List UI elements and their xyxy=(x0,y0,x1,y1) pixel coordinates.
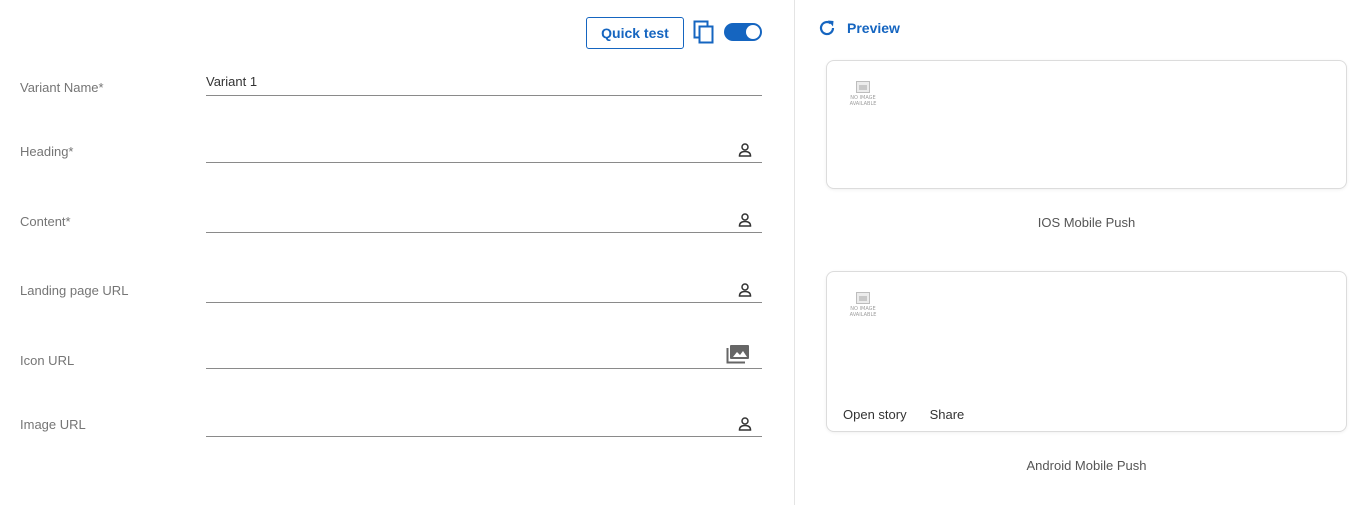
editor-panel: Quick test Variant Name* Variant 1 Headi… xyxy=(0,0,795,505)
variant-name-value: Variant 1 xyxy=(206,74,258,89)
no-image-text: NO IMAGE AVAILABLE xyxy=(849,306,877,318)
image-placeholder-icon xyxy=(856,81,870,93)
android-action-buttons: Open story Share xyxy=(843,407,964,422)
refresh-icon[interactable] xyxy=(817,18,837,38)
open-story-action[interactable]: Open story xyxy=(843,407,907,422)
image-url-label: Image URL xyxy=(20,417,86,432)
quick-test-button[interactable]: Quick test xyxy=(586,17,684,49)
content-label: Content* xyxy=(20,214,71,229)
ios-preview-caption: IOS Mobile Push xyxy=(1037,215,1136,230)
no-image-text: NO IMAGE AVAILABLE xyxy=(849,95,877,107)
android-preview-card: NO IMAGE AVAILABLE Open story Share xyxy=(826,271,1347,432)
person-icon[interactable] xyxy=(738,143,752,157)
toggle-knob xyxy=(746,25,760,39)
preview-title: Preview xyxy=(847,20,900,36)
android-preview-caption: Android Mobile Push xyxy=(1026,458,1147,473)
landing-page-url-field[interactable] xyxy=(206,275,762,303)
icon-url-label: Icon URL xyxy=(20,353,75,368)
ios-preview-card: NO IMAGE AVAILABLE xyxy=(826,60,1347,189)
preview-header[interactable]: Preview xyxy=(817,17,900,39)
no-image-placeholder: NO IMAGE AVAILABLE xyxy=(847,292,879,326)
image-url-field[interactable] xyxy=(206,409,762,437)
image-gallery-icon[interactable] xyxy=(726,344,750,364)
no-image-placeholder: NO IMAGE AVAILABLE xyxy=(847,81,879,115)
variant-name-field[interactable]: Variant 1 xyxy=(206,68,762,96)
heading-field[interactable] xyxy=(206,135,762,163)
preview-panel: Preview NO IMAGE AVAILABLE IOS Mobile Pu… xyxy=(795,0,1363,505)
variant-toggle[interactable] xyxy=(724,23,762,41)
heading-label: Heading* xyxy=(20,144,74,159)
content-field[interactable] xyxy=(206,205,762,233)
icon-url-field[interactable] xyxy=(206,341,762,369)
person-icon[interactable] xyxy=(738,283,752,297)
variant-name-label: Variant Name* xyxy=(20,80,104,95)
copy-icon[interactable] xyxy=(693,20,715,44)
landing-page-url-label: Landing page URL xyxy=(20,283,129,298)
image-placeholder-icon xyxy=(856,292,870,304)
person-icon[interactable] xyxy=(738,213,752,227)
person-icon[interactable] xyxy=(738,417,752,431)
share-action[interactable]: Share xyxy=(930,407,965,422)
